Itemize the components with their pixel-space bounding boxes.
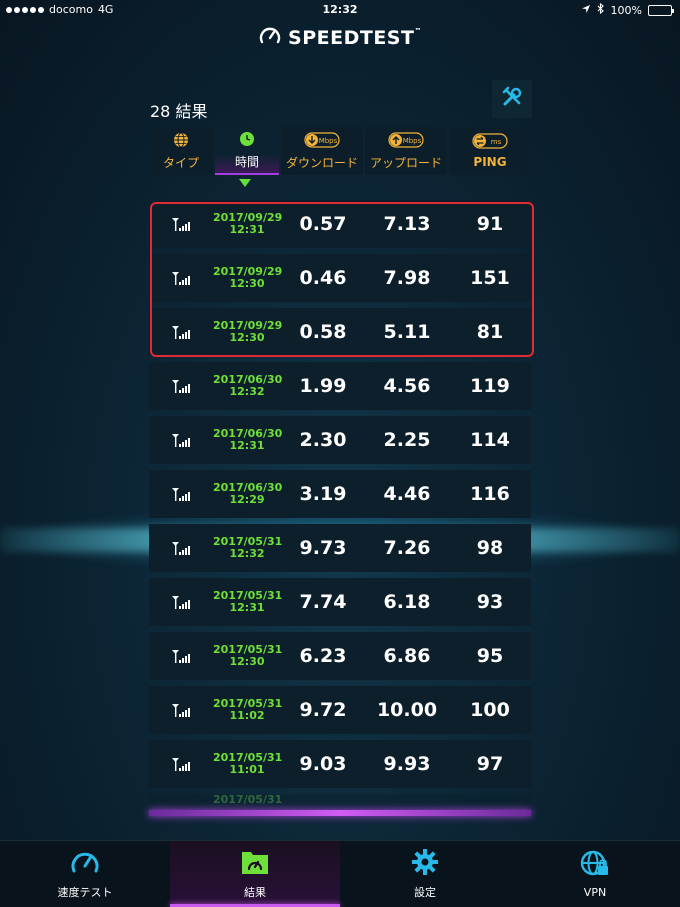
cellular-icon [149, 648, 213, 664]
table-row[interactable]: 2017/05/31 11:01 9.03 9.93 97 [149, 740, 531, 788]
vpn-globe-lock-icon [580, 850, 610, 882]
row-date: 2017/05/31 [213, 794, 283, 806]
row-datetime: 2017/05/31 12:32 [213, 535, 283, 560]
column-download-label: ダウンロード [285, 155, 358, 170]
location-arrow-icon [581, 4, 591, 17]
column-headers: タイプ 時間 Mbps ダウンロード Mbps アップロード ms PING [149, 127, 531, 175]
row-upload: 4.46 [383, 483, 431, 505]
row-download: 2.30 [299, 429, 347, 451]
row-ping: 97 [476, 753, 504, 775]
app-logo: SPEEDTEST™ [0, 24, 680, 52]
column-upload-label: アップロード [369, 155, 442, 170]
highlight-box [150, 202, 534, 357]
column-download[interactable]: Mbps ダウンロード [281, 127, 363, 175]
column-time-label: 時間 [234, 154, 259, 169]
row-ping: 100 [470, 699, 510, 721]
gear-icon [411, 848, 439, 880]
tab-speed-test-label: 速度テスト [57, 886, 113, 899]
tab-bar: 速度テスト 結果 設定 VPN [0, 840, 680, 907]
battery-icon [648, 4, 674, 16]
row-datetime: 2017/05/31 12:30 [213, 643, 283, 668]
row-ping: 119 [470, 375, 510, 397]
tab-settings[interactable]: 設定 [340, 841, 510, 907]
list-scroll-edge [149, 810, 531, 816]
status-time: 12:32 [322, 3, 358, 16]
table-row[interactable]: 2017/06/30 12:32 1.99 4.56 119 [149, 362, 531, 410]
row-upload: 2.25 [383, 429, 431, 451]
row-upload: 4.56 [383, 375, 431, 397]
speedometer-icon [69, 848, 101, 880]
column-type[interactable]: タイプ [149, 127, 213, 175]
row-download: 7.74 [299, 591, 347, 613]
table-row[interactable]: 2017/06/30 12:31 2.30 2.25 114 [149, 416, 531, 464]
logo-text: SPEEDTEST [288, 27, 415, 49]
bluetooth-icon [597, 2, 605, 17]
column-ping[interactable]: ms PING [449, 127, 531, 175]
row-upload: 7.26 [383, 537, 431, 559]
table-row[interactable]: 2017/06/30 12:29 3.19 4.46 116 [149, 470, 531, 518]
battery-percent: 100% [610, 3, 642, 17]
cellular-icon [149, 702, 213, 718]
row-download: 3.19 [299, 483, 347, 505]
row-datetime: 2017/06/30 12:31 [213, 427, 283, 452]
row-ping: 93 [476, 591, 504, 613]
table-row[interactable]: 2017/05/31 12:30 6.23 6.86 95 [149, 632, 531, 680]
tab-speed-test[interactable]: 速度テスト [0, 841, 170, 907]
cellular-icon [149, 594, 213, 610]
download-icon: Mbps [304, 131, 340, 152]
logo-trademark: ™ [414, 27, 422, 35]
row-upload: 6.86 [383, 645, 431, 667]
row-datetime: 2017/05/31 11:01 [213, 751, 283, 776]
upload-icon: Mbps [388, 131, 424, 152]
download-unit: Mbps [319, 137, 338, 145]
tab-results[interactable]: 結果 [170, 841, 340, 907]
row-ping: 98 [476, 537, 504, 559]
table-row[interactable]: 2017/05/31 12:32 9.73 7.26 98 [149, 524, 531, 572]
row-ping: 114 [470, 429, 510, 451]
cellular-icon [149, 540, 213, 556]
column-ping-label: PING [473, 155, 507, 169]
row-ping: 116 [470, 483, 510, 505]
cellular-icon [149, 756, 213, 772]
row-datetime: 2017/05/31 12:31 [213, 589, 283, 614]
column-time[interactable]: 時間 [215, 127, 279, 175]
row-datetime: 2017/06/30 12:29 [213, 481, 283, 506]
cellular-icon [149, 486, 213, 502]
row-datetime: 2017/06/30 12:32 [213, 373, 283, 398]
globe-icon [173, 132, 189, 152]
tools-button[interactable] [492, 80, 532, 118]
row-download: 9.72 [299, 699, 347, 721]
row-upload: 10.00 [376, 699, 438, 721]
results-count: 28 結果 [150, 102, 208, 121]
cellular-icon [149, 378, 213, 394]
tools-icon [501, 86, 523, 112]
upload-unit: Mbps [403, 137, 422, 145]
tab-results-label: 結果 [244, 886, 266, 899]
row-download: 1.99 [299, 375, 347, 397]
tab-vpn[interactable]: VPN [510, 841, 680, 907]
column-upload[interactable]: Mbps アップロード [365, 127, 447, 175]
row-download: 6.23 [299, 645, 347, 667]
row-datetime: 2017/05/31 11:02 [213, 697, 283, 722]
results-folder-icon [240, 848, 270, 880]
table-row[interactable]: 2017/05/31 11:02 9.72 10.00 100 [149, 686, 531, 734]
row-upload: 6.18 [383, 591, 431, 613]
row-ping: 95 [476, 645, 504, 667]
tab-settings-label: 設定 [414, 886, 436, 899]
row-download: 9.03 [299, 753, 347, 775]
row-download: 9.73 [299, 537, 347, 559]
ping-icon: ms [472, 133, 508, 153]
table-row[interactable]: 2017/05/31 12:31 7.74 6.18 93 [149, 578, 531, 626]
column-type-label: タイプ [162, 155, 199, 170]
sort-indicator-icon [239, 179, 251, 187]
tab-vpn-label: VPN [583, 885, 607, 899]
clock-icon [239, 131, 255, 151]
status-bar: docomo 4G 12:32 100% [0, 0, 680, 20]
cellular-icon [149, 432, 213, 448]
speedometer-icon [258, 24, 282, 52]
ping-unit: ms [491, 138, 502, 146]
row-upload: 9.93 [383, 753, 431, 775]
